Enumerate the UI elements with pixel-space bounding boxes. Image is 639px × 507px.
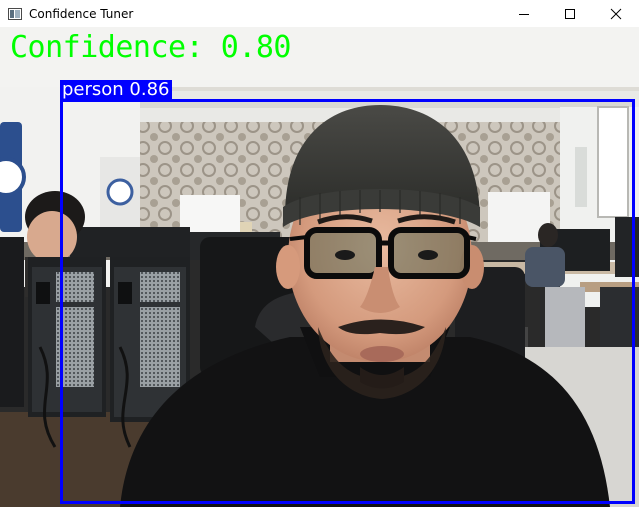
- title-bar[interactable]: Confidence Tuner: [0, 0, 639, 27]
- minimize-button[interactable]: [501, 0, 547, 27]
- window-controls: [501, 0, 639, 27]
- maximize-button[interactable]: [547, 0, 593, 27]
- close-icon: [610, 8, 622, 19]
- maximize-icon: [565, 8, 575, 19]
- app-icon: [8, 7, 22, 20]
- minimize-icon: [519, 13, 529, 15]
- window-title: Confidence Tuner: [29, 6, 134, 21]
- close-button[interactable]: [593, 0, 639, 27]
- camera-frame: Confidence: 0.80 person 0.86: [0, 27, 639, 507]
- detection-bounding-box: [60, 99, 635, 504]
- confidence-readout: Confidence: 0.80: [10, 30, 291, 65]
- confidence-tuner-window: Confidence Tuner Confidence: 0.80 person…: [0, 0, 639, 507]
- detection-label: person 0.86: [60, 79, 172, 100]
